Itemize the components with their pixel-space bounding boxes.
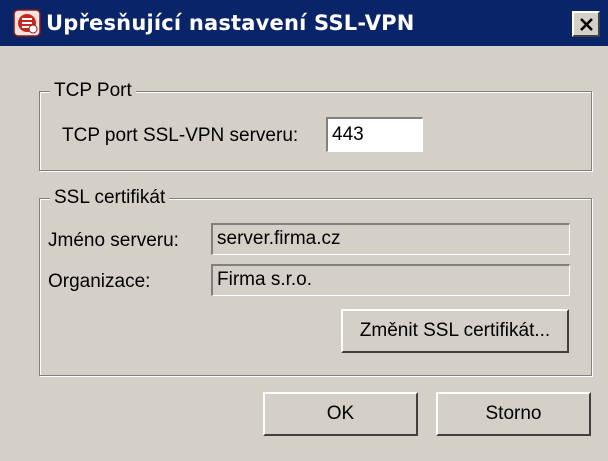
- server-name-label: Jméno serveru:: [48, 230, 179, 251]
- close-icon: [580, 18, 593, 31]
- tcp-port-group-legend: TCP Port: [50, 80, 136, 102]
- server-name-field: server.firma.cz: [211, 223, 570, 255]
- organization-field: Firma s.r.o.: [211, 264, 570, 296]
- cancel-button[interactable]: Storno: [436, 392, 591, 436]
- close-button[interactable]: [572, 11, 600, 37]
- ok-button[interactable]: OK: [263, 392, 418, 436]
- title-bar[interactable]: Upřesňující nastavení SSL-VPN: [0, 0, 608, 46]
- ssl-vpn-settings-dialog: Upřesňující nastavení SSL-VPN TCP Port T…: [0, 0, 608, 461]
- ssl-certificate-group-legend: SSL certifikát: [50, 187, 170, 209]
- tcp-port-label: TCP port SSL-VPN serveru:: [62, 125, 299, 146]
- organization-label: Organizace:: [48, 271, 151, 292]
- tcp-port-input[interactable]: 443: [326, 117, 423, 152]
- window-title: Upřesňující nastavení SSL-VPN: [46, 11, 415, 35]
- change-ssl-certificate-button[interactable]: Změnit SSL certifikát...: [341, 309, 569, 353]
- kerio-control-icon: [13, 9, 41, 37]
